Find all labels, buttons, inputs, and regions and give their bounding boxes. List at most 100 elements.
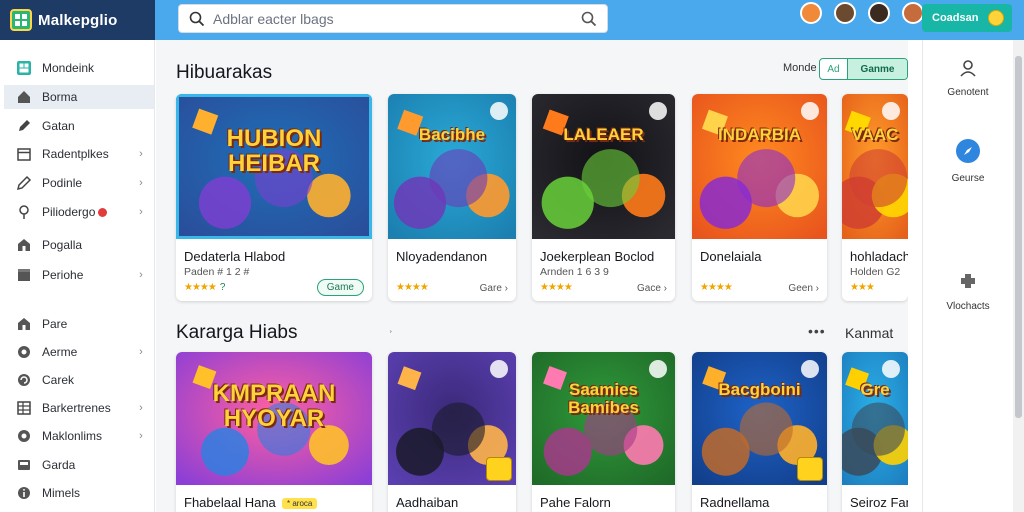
info-icon[interactable] — [882, 102, 900, 120]
coin-icon — [988, 10, 1004, 26]
game-title[interactable]: Fhabelaal Hana — [184, 495, 276, 510]
game-cover-image: LALEAER — [532, 94, 675, 239]
game-cover-image: Gre — [842, 352, 908, 485]
notification-dot — [98, 208, 108, 218]
avatar[interactable] — [832, 2, 858, 25]
rating-stars-value: ★★★ — [850, 282, 875, 293]
game-title[interactable]: Dedaterla Hlabod — [184, 249, 285, 264]
search-submit-icon[interactable] — [581, 11, 597, 27]
sidebar-item[interactable]: Maklonlims › — [4, 424, 154, 448]
sidebar-item[interactable]: Aerme › — [4, 340, 154, 364]
game-badge-wrap: * aroca — [276, 495, 318, 512]
mode-option-right[interactable]: Ganme — [848, 59, 907, 79]
card-icon — [16, 457, 32, 473]
play-game-button[interactable]: Gace › — [637, 283, 667, 294]
avatar[interactable] — [798, 2, 824, 25]
more-options-button[interactable]: ••• — [808, 323, 826, 339]
sidebar-item[interactable]: Barkertrenes › — [4, 396, 154, 420]
sidebar-item[interactable]: Mondeink — [4, 56, 154, 80]
sidebar-item-label: Radentplkes — [42, 147, 109, 161]
game-card[interactable]: Bacgboini Radnellama — [692, 352, 827, 512]
game-title[interactable]: Aadhaiban — [396, 495, 458, 510]
game-title[interactable]: Nloyadendanon — [396, 249, 487, 264]
right-panel-item[interactable]: Geurse — [923, 138, 1013, 184]
right-panel-label: Genotent — [947, 87, 989, 98]
avatar[interactable] — [866, 2, 892, 25]
main-content: Hibuarakas Monde Ad Ganme HUBION HEIBAR D… — [156, 40, 908, 512]
sidebar-item[interactable]: Gatan — [4, 114, 154, 138]
compass-icon — [955, 138, 981, 167]
game-card[interactable]: INDARBIA Donelaiala ★★★★ Geen › — [692, 94, 827, 301]
game-card[interactable]: LALEAER Joekerplean Boclod Arnden 1 6 3 9 ★… — [532, 94, 675, 301]
info-icon[interactable] — [649, 360, 667, 378]
game-cover-image: Saamies Bamibes — [532, 352, 675, 485]
pin-icon — [16, 204, 32, 220]
game-cover-title: LALEAER — [563, 126, 644, 144]
rating-stars-value: ★★★★ — [396, 282, 429, 293]
sidebar-item[interactable]: Radentplkes › — [4, 142, 154, 166]
game-card[interactable]: KMPRAAN HYOYAR Fhabelaal Hana * aroca — [176, 352, 372, 512]
scrollbar[interactable] — [1013, 40, 1024, 512]
game-card[interactable]: VAAC hohladache Holden G2 ★★★ — [842, 94, 908, 301]
info-icon[interactable] — [490, 102, 508, 120]
home-icon — [16, 89, 32, 105]
info-icon[interactable] — [649, 102, 667, 120]
game-card[interactable]: Gre Seiroz Fan — [842, 352, 908, 512]
chevron-right-icon: › — [139, 177, 143, 189]
info-icon[interactable] — [490, 360, 508, 378]
sidebar-item-label: Aerme — [42, 345, 78, 359]
view-all-link[interactable]: Kanmat — [845, 325, 893, 341]
game-title[interactable]: Seiroz Fan — [850, 495, 908, 510]
game-card[interactable]: HUBION HEIBAR Dedaterla Hlabod Paden # 1 2… — [176, 94, 372, 301]
sidebar-item-label: Mondeink — [42, 61, 95, 75]
play-game-button[interactable]: Gare › — [480, 283, 508, 294]
search-bar[interactable] — [178, 4, 608, 33]
game-cover-image — [388, 352, 516, 485]
game-title[interactable]: Pahe Falorn — [540, 495, 611, 510]
mode-toggle[interactable]: Ad Ganme — [819, 58, 908, 80]
game-card[interactable]: Aadhaiban — [388, 352, 516, 512]
puzzle-icon — [957, 270, 979, 295]
sidebar-item[interactable]: Borma — [4, 85, 154, 109]
coins-button[interactable]: Coadsan — [922, 4, 1012, 32]
right-panel-label: Vlochacts — [946, 301, 990, 312]
game-title[interactable]: hohladache — [850, 249, 908, 264]
game-title[interactable]: Donelaiala — [700, 249, 761, 264]
sidebar-item[interactable]: Podinle › — [4, 171, 154, 195]
game-title[interactable]: Joekerplean Boclod — [540, 249, 654, 264]
game-badge: * aroca — [282, 498, 318, 510]
sidebar-item[interactable]: Pare — [4, 312, 154, 336]
scrollbar-thumb[interactable] — [1015, 56, 1022, 418]
chevron-right-icon: › — [139, 206, 143, 218]
rating-stars: ★★★★ — [700, 282, 733, 293]
app-logo[interactable]: Malkepglio — [0, 0, 155, 40]
game-title[interactable]: Radnellama — [700, 495, 769, 510]
sidebar-item[interactable]: Mimels — [4, 481, 154, 505]
sidebar-item[interactable]: Piliodergo › — [4, 200, 154, 224]
right-panel-item[interactable]: Vlochacts — [923, 270, 1013, 312]
game-cover-image: INDARBIA — [692, 94, 827, 239]
info-icon[interactable] — [882, 360, 900, 378]
rating-stars-value: ★★★★ — [540, 282, 573, 293]
game-card[interactable]: Bacibhe Nloyadendanon ★★★★ Gare › — [388, 94, 516, 301]
game-card[interactable]: Saamies Bamibes Pahe Falorn — [532, 352, 675, 512]
sidebar-item-label: Mimels — [42, 486, 80, 500]
sidebar-item[interactable]: Periohe › — [4, 263, 154, 287]
sidebar-item[interactable]: Carek — [4, 368, 154, 392]
sidebar-item[interactable]: Pogalla — [4, 233, 154, 257]
game-cover-image: HUBION HEIBAR — [176, 94, 372, 239]
sidebar-item-label: Barkertrenes — [42, 401, 111, 415]
table-icon — [16, 400, 32, 416]
game-cover-image: Bacibhe — [388, 94, 516, 239]
sidebar-item[interactable]: Garda — [4, 453, 154, 477]
mode-option-left[interactable]: Ad — [820, 59, 848, 79]
calendar-icon — [16, 146, 32, 162]
play-game-button[interactable]: Game — [316, 279, 364, 296]
info-icon[interactable] — [801, 360, 819, 378]
game-cover-title: Bacgboini — [718, 381, 801, 399]
right-panel-item[interactable]: Genotent — [923, 58, 1013, 98]
play-game-button[interactable]: Geen › — [788, 283, 819, 294]
search-input[interactable] — [213, 10, 573, 27]
info-icon[interactable] — [801, 102, 819, 120]
grid-icon — [16, 60, 32, 76]
